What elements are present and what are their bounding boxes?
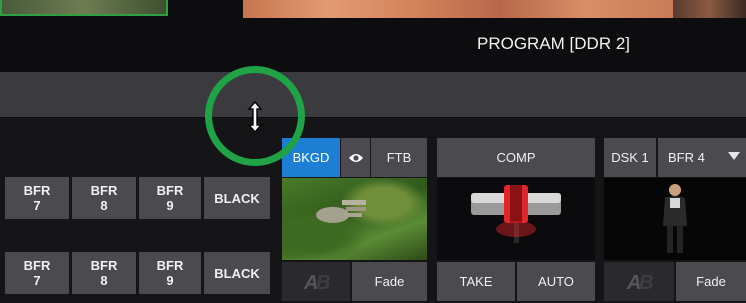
- comp-button[interactable]: COMP: [437, 138, 595, 177]
- bus2-bfr8-button[interactable]: BFR 8: [72, 252, 136, 294]
- dsk1-tab[interactable]: DSK 1: [604, 138, 656, 177]
- preview-monitor-thumbnail: [0, 0, 168, 16]
- take-button[interactable]: TAKE: [437, 262, 515, 301]
- eye-icon: [348, 153, 363, 162]
- bus2-bfr7-button[interactable]: BFR 7: [5, 252, 69, 294]
- transition-ab-icon: A B: [626, 272, 653, 294]
- transition-style-button[interactable]: A B: [282, 262, 350, 301]
- dsk-fade-button[interactable]: Fade: [676, 262, 746, 301]
- dsk-thumbnail: [604, 178, 746, 260]
- bus1-bfr9-button[interactable]: BFR 9: [139, 177, 201, 219]
- bus1-black-button[interactable]: BLACK: [204, 177, 270, 219]
- bkgd-fade-button[interactable]: Fade: [352, 262, 427, 301]
- program-monitor-label: PROGRAM [DDR 2]: [477, 34, 631, 53]
- bus2-black-button[interactable]: BLACK: [204, 252, 270, 294]
- dsk-source-label: BFR 4: [668, 150, 705, 165]
- pane-splitter-bar[interactable]: [0, 72, 746, 117]
- dsk-source-select[interactable]: BFR 4: [658, 138, 746, 177]
- tbar-slider[interactable]: [466, 183, 566, 243]
- vertical-resize-cursor-icon: [247, 100, 263, 134]
- presenter-figure-icon: [663, 184, 687, 253]
- bus1-bfr7-button[interactable]: BFR 7: [5, 177, 69, 219]
- auto-button[interactable]: AUTO: [517, 262, 595, 301]
- transition-ab-icon: A B: [303, 272, 330, 294]
- preview-eye-button[interactable]: [341, 138, 370, 177]
- dsk-transition-style-button[interactable]: A B: [604, 262, 674, 301]
- chevron-down-icon: [728, 152, 740, 160]
- bus1-bfr8-button[interactable]: BFR 8: [72, 177, 136, 219]
- background-image-icon: [342, 200, 366, 217]
- svg-text:B: B: [316, 272, 330, 294]
- svg-text:B: B: [639, 272, 653, 294]
- bus2-bfr9-button[interactable]: BFR 9: [139, 252, 201, 294]
- ftb-button[interactable]: FTB: [371, 138, 427, 177]
- program-monitor-thumbnail: [243, 0, 673, 18]
- program-monitor-edge: [673, 0, 746, 18]
